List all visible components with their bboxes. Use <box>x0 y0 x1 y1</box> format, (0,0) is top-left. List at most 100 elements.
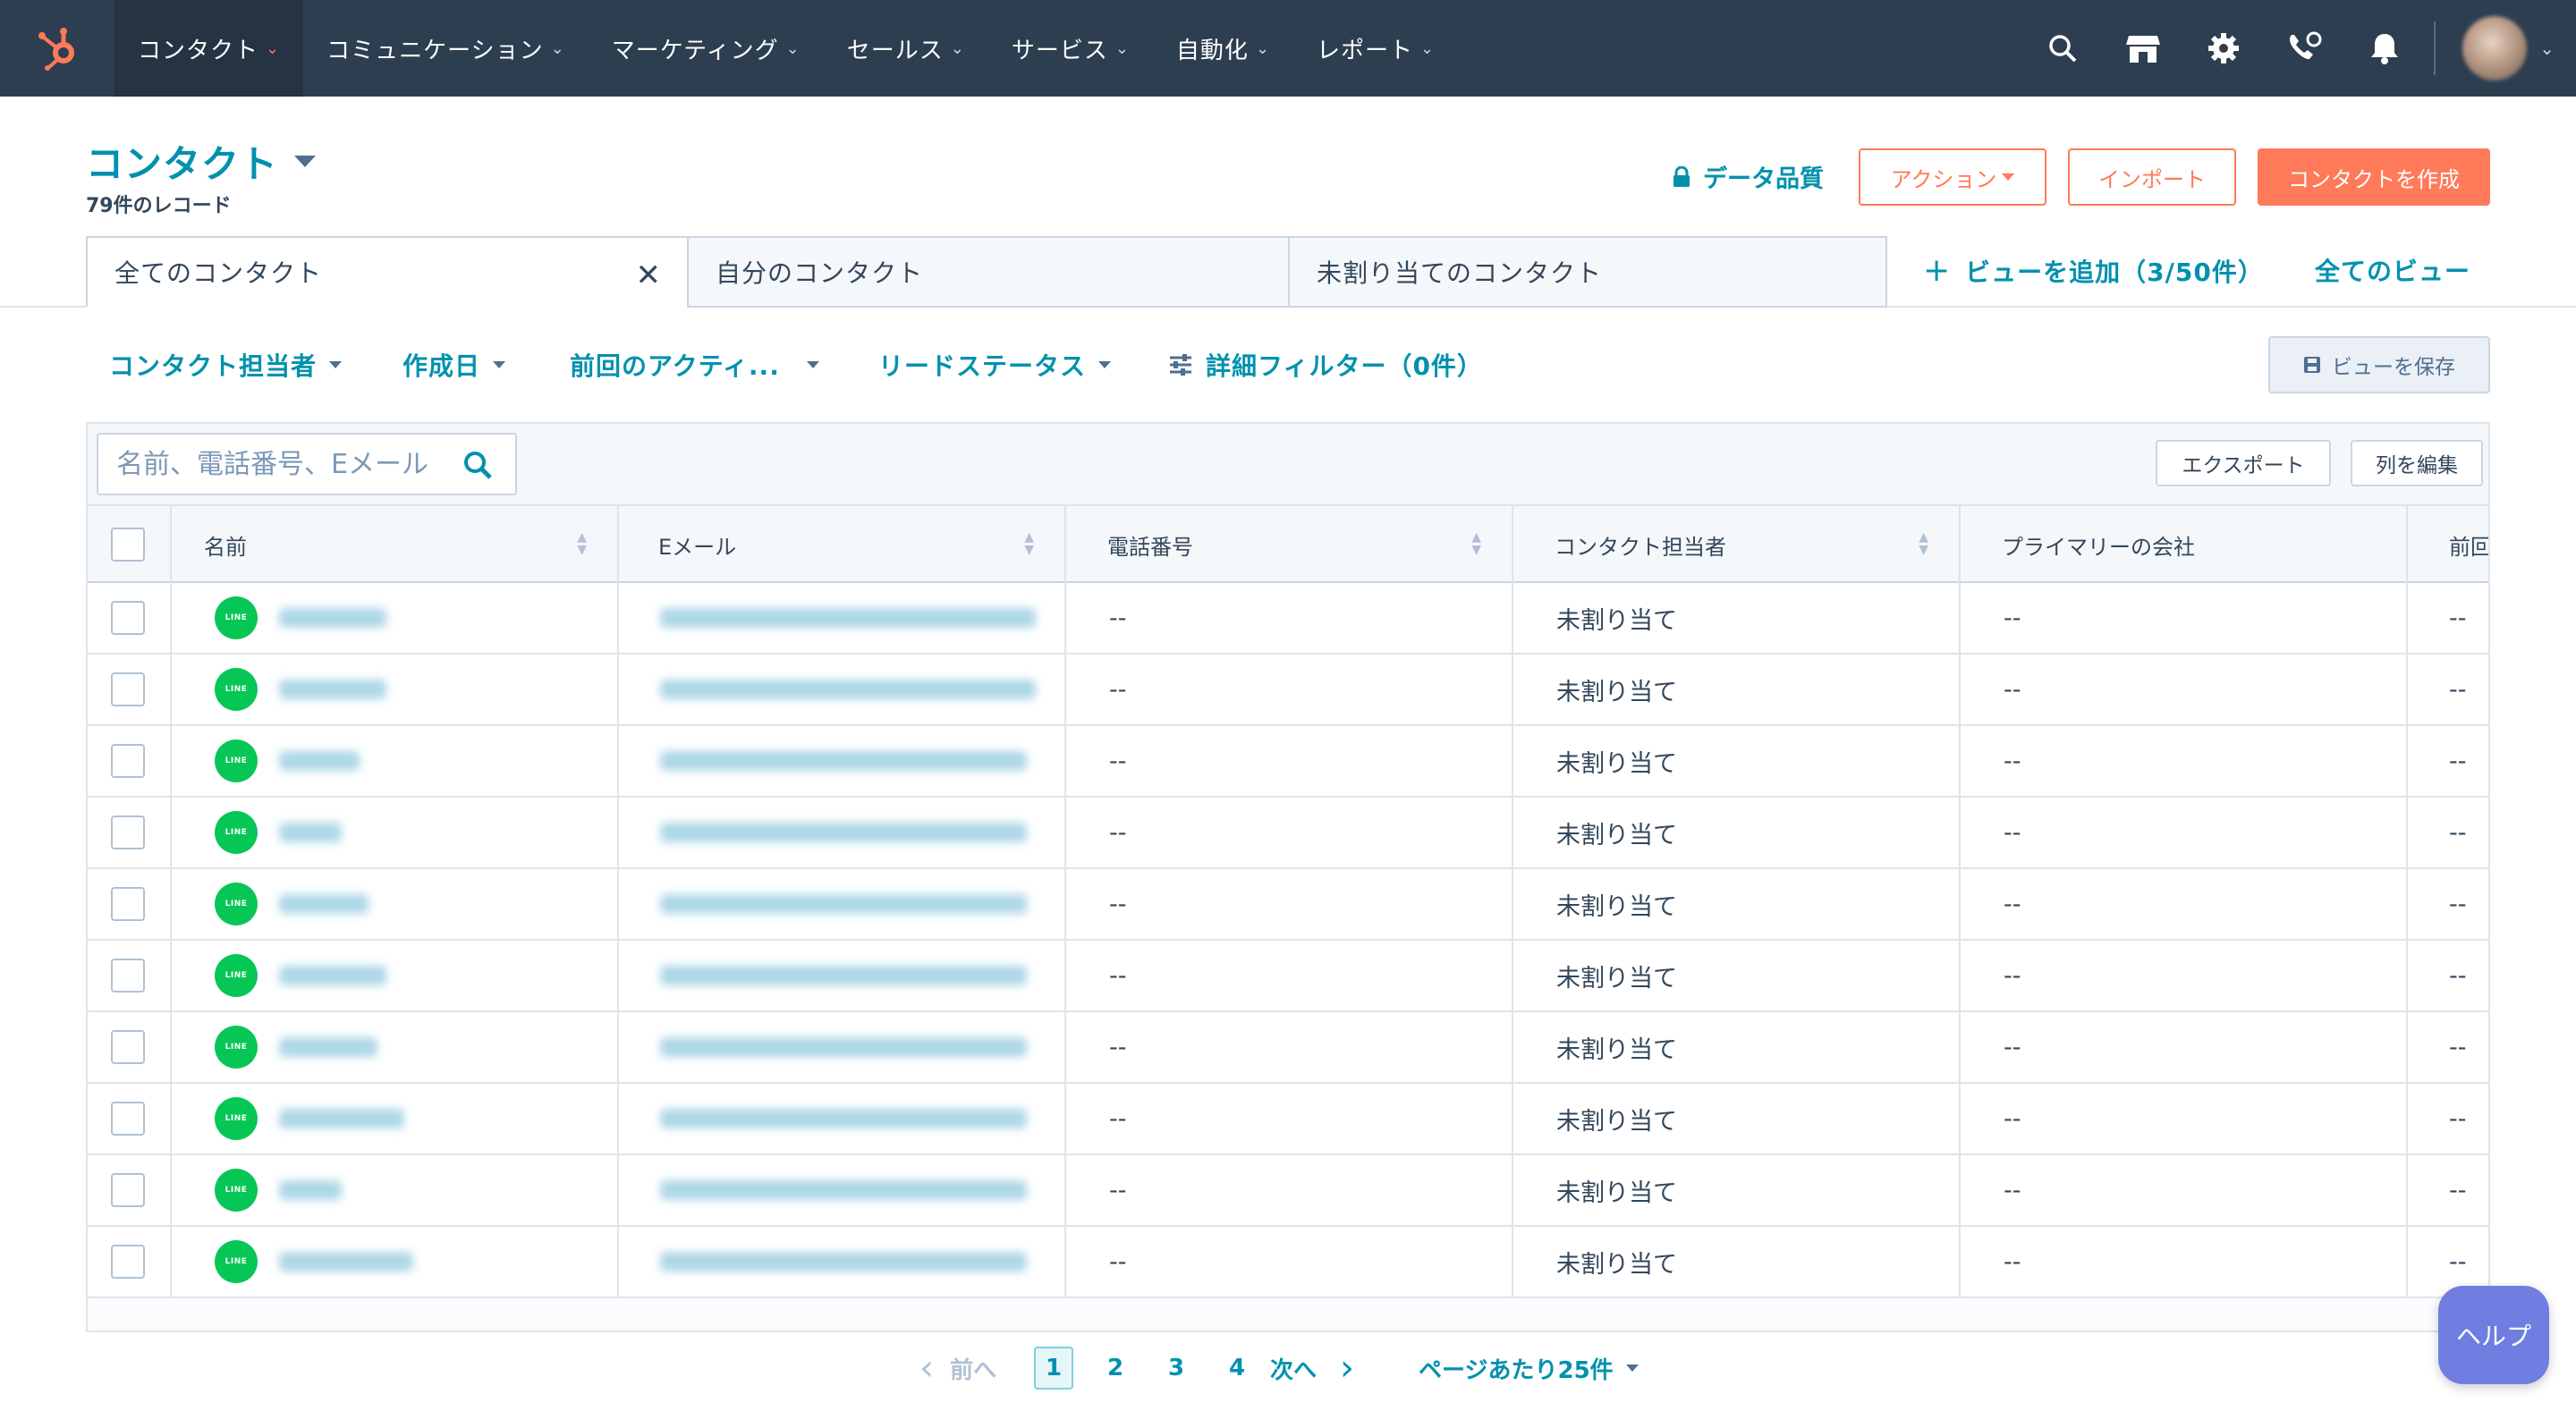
name-cell[interactable]: LINE <box>172 726 619 796</box>
column-header-phone[interactable]: 電話番号 ▲ ▼ <box>1066 506 1513 583</box>
table-row[interactable]: LINE -- 未割り当て -- -- <box>88 869 2488 941</box>
owner-cell[interactable]: 未割り当て <box>1513 583 1961 653</box>
data-quality-link[interactable]: データ品質 <box>1673 159 1824 194</box>
email-cell[interactable] <box>619 1012 1066 1082</box>
add-view-button[interactable]: + ビューを追加（3/50件） <box>1923 252 2264 289</box>
email-cell[interactable] <box>619 655 1066 724</box>
contact-name-redacted[interactable] <box>279 1037 377 1057</box>
company-cell[interactable]: -- <box>1961 798 2408 867</box>
name-cell[interactable]: LINE <box>172 655 619 724</box>
table-row[interactable]: LINE -- 未割り当て -- -- <box>88 655 2488 726</box>
all-views-link[interactable]: 全てのビュー <box>2315 252 2470 288</box>
per-page-dropdown[interactable]: ページあたり25件 <box>1419 1343 1639 1393</box>
nav-item-2[interactable]: マーケティング ⌄ <box>589 0 824 97</box>
nav-item-0[interactable]: コンタクト ⌄ <box>114 0 304 97</box>
actions-dropdown-button[interactable]: アクション <box>1859 148 2046 206</box>
name-cell[interactable]: LINE <box>172 798 619 867</box>
sort-icon[interactable]: ▲ ▼ <box>1024 531 1034 556</box>
avatar[interactable] <box>2462 16 2528 80</box>
page-3-button[interactable]: 3 <box>1168 1343 1184 1393</box>
calling-icon[interactable] <box>2264 0 2344 97</box>
marketplace-icon[interactable] <box>2103 0 2183 97</box>
chevron-down-icon[interactable]: ⌄ <box>2539 38 2555 59</box>
save-view-button[interactable]: ビューを保存 <box>2268 336 2490 393</box>
company-cell[interactable]: -- <box>1961 583 2408 653</box>
owner-cell[interactable]: 未割り当て <box>1513 798 1961 867</box>
contact-name-redacted[interactable] <box>279 1180 342 1200</box>
table-row[interactable]: LINE -- 未割り当て -- -- <box>88 583 2488 655</box>
notifications-icon[interactable] <box>2344 0 2425 97</box>
settings-icon[interactable] <box>2183 0 2264 97</box>
owner-cell[interactable]: 未割り当て <box>1513 726 1961 796</box>
tab-my-contacts[interactable]: 自分のコンタクト <box>687 236 1290 308</box>
sort-icon[interactable]: ▲ ▼ <box>577 531 587 556</box>
name-cell[interactable]: LINE <box>172 941 619 1010</box>
email-cell[interactable] <box>619 1227 1066 1297</box>
company-cell[interactable]: -- <box>1961 1012 2408 1082</box>
row-checkbox[interactable] <box>111 959 145 993</box>
prev-page-button[interactable]: ‹ 前へ <box>919 1343 996 1393</box>
search-icon[interactable] <box>462 449 494 485</box>
table-row[interactable]: LINE -- 未割り当て -- -- <box>88 726 2488 798</box>
contact-name-redacted[interactable] <box>279 680 386 699</box>
help-button[interactable]: ヘルプ <box>2438 1286 2549 1384</box>
table-row[interactable]: LINE -- 未割り当て -- -- <box>88 1084 2488 1155</box>
email-cell[interactable] <box>619 1084 1066 1153</box>
page-1-button[interactable]: 1 <box>1034 1343 1073 1393</box>
contact-name-redacted[interactable] <box>279 1109 404 1128</box>
owner-cell[interactable]: 未割り当て <box>1513 941 1961 1010</box>
sort-icon[interactable]: ▲ ▼ <box>1919 531 1928 556</box>
search-field[interactable] <box>97 433 517 495</box>
row-checkbox[interactable] <box>111 1102 145 1136</box>
email-cell[interactable] <box>619 869 1066 939</box>
page-4-button[interactable]: 4 <box>1229 1343 1245 1393</box>
row-checkbox[interactable] <box>111 1173 145 1207</box>
email-cell[interactable] <box>619 726 1066 796</box>
column-header-name[interactable]: 名前 ▲ ▼ <box>172 506 619 583</box>
tab-all-contacts[interactable]: 全てのコンタクト ✕ <box>86 236 689 308</box>
email-cell[interactable] <box>619 941 1066 1010</box>
owner-cell[interactable]: 未割り当て <box>1513 1227 1961 1297</box>
row-checkbox[interactable] <box>111 672 145 706</box>
company-cell[interactable]: -- <box>1961 869 2408 939</box>
email-cell[interactable] <box>619 798 1066 867</box>
name-cell[interactable]: LINE <box>172 1155 619 1225</box>
company-cell[interactable]: -- <box>1961 726 2408 796</box>
name-cell[interactable]: LINE <box>172 1012 619 1082</box>
row-checkbox[interactable] <box>111 744 145 778</box>
row-checkbox[interactable] <box>111 887 145 921</box>
nav-item-5[interactable]: 自動化 ⌄ <box>1153 0 1293 97</box>
import-button[interactable]: インポート <box>2068 148 2236 206</box>
row-checkbox[interactable] <box>111 1030 145 1064</box>
nav-item-3[interactable]: セールス ⌄ <box>824 0 988 97</box>
page-2-button[interactable]: 2 <box>1107 1343 1123 1393</box>
column-header-last[interactable]: 前回 <box>2408 506 2488 583</box>
column-header-company[interactable]: プライマリーの会社 <box>1961 506 2408 583</box>
company-cell[interactable]: -- <box>1961 1084 2408 1153</box>
company-cell[interactable]: -- <box>1961 1155 2408 1225</box>
table-row[interactable]: LINE -- 未割り当て -- -- <box>88 1227 2488 1298</box>
owner-cell[interactable]: 未割り当て <box>1513 1012 1961 1082</box>
select-all-checkbox[interactable] <box>111 528 145 562</box>
filter-lead-status[interactable]: リードステータス <box>878 347 1112 383</box>
advanced-filters-button[interactable]: 詳細フィルター（0件） <box>1168 347 1483 383</box>
current-page[interactable]: 1 <box>1034 1347 1073 1390</box>
filter-last-activity[interactable]: 前回のアクティ... <box>570 347 819 383</box>
owner-cell[interactable]: 未割り当て <box>1513 1155 1961 1225</box>
edit-columns-button[interactable]: 列を編集 <box>2351 440 2483 486</box>
row-checkbox[interactable] <box>111 601 145 635</box>
create-contact-button[interactable]: コンタクトを作成 <box>2258 148 2490 206</box>
table-row[interactable]: LINE -- 未割り当て -- -- <box>88 798 2488 869</box>
table-row[interactable]: LINE -- 未割り当て -- -- <box>88 1012 2488 1084</box>
nav-item-1[interactable]: コミュニケーション ⌄ <box>303 0 589 97</box>
row-checkbox[interactable] <box>111 1245 145 1279</box>
column-header-owner[interactable]: コンタクト担当者 ▲ ▼ <box>1513 506 1961 583</box>
nav-item-6[interactable]: レポート ⌄ <box>1293 0 1458 97</box>
contact-name-redacted[interactable] <box>279 1252 413 1272</box>
table-row[interactable]: LINE -- 未割り当て -- -- <box>88 941 2488 1012</box>
company-cell[interactable]: -- <box>1961 1227 2408 1297</box>
table-row[interactable]: LINE -- 未割り当て -- -- <box>88 1155 2488 1227</box>
contact-name-redacted[interactable] <box>279 751 360 771</box>
export-button[interactable]: エクスポート <box>2156 440 2331 486</box>
company-cell[interactable]: -- <box>1961 655 2408 724</box>
